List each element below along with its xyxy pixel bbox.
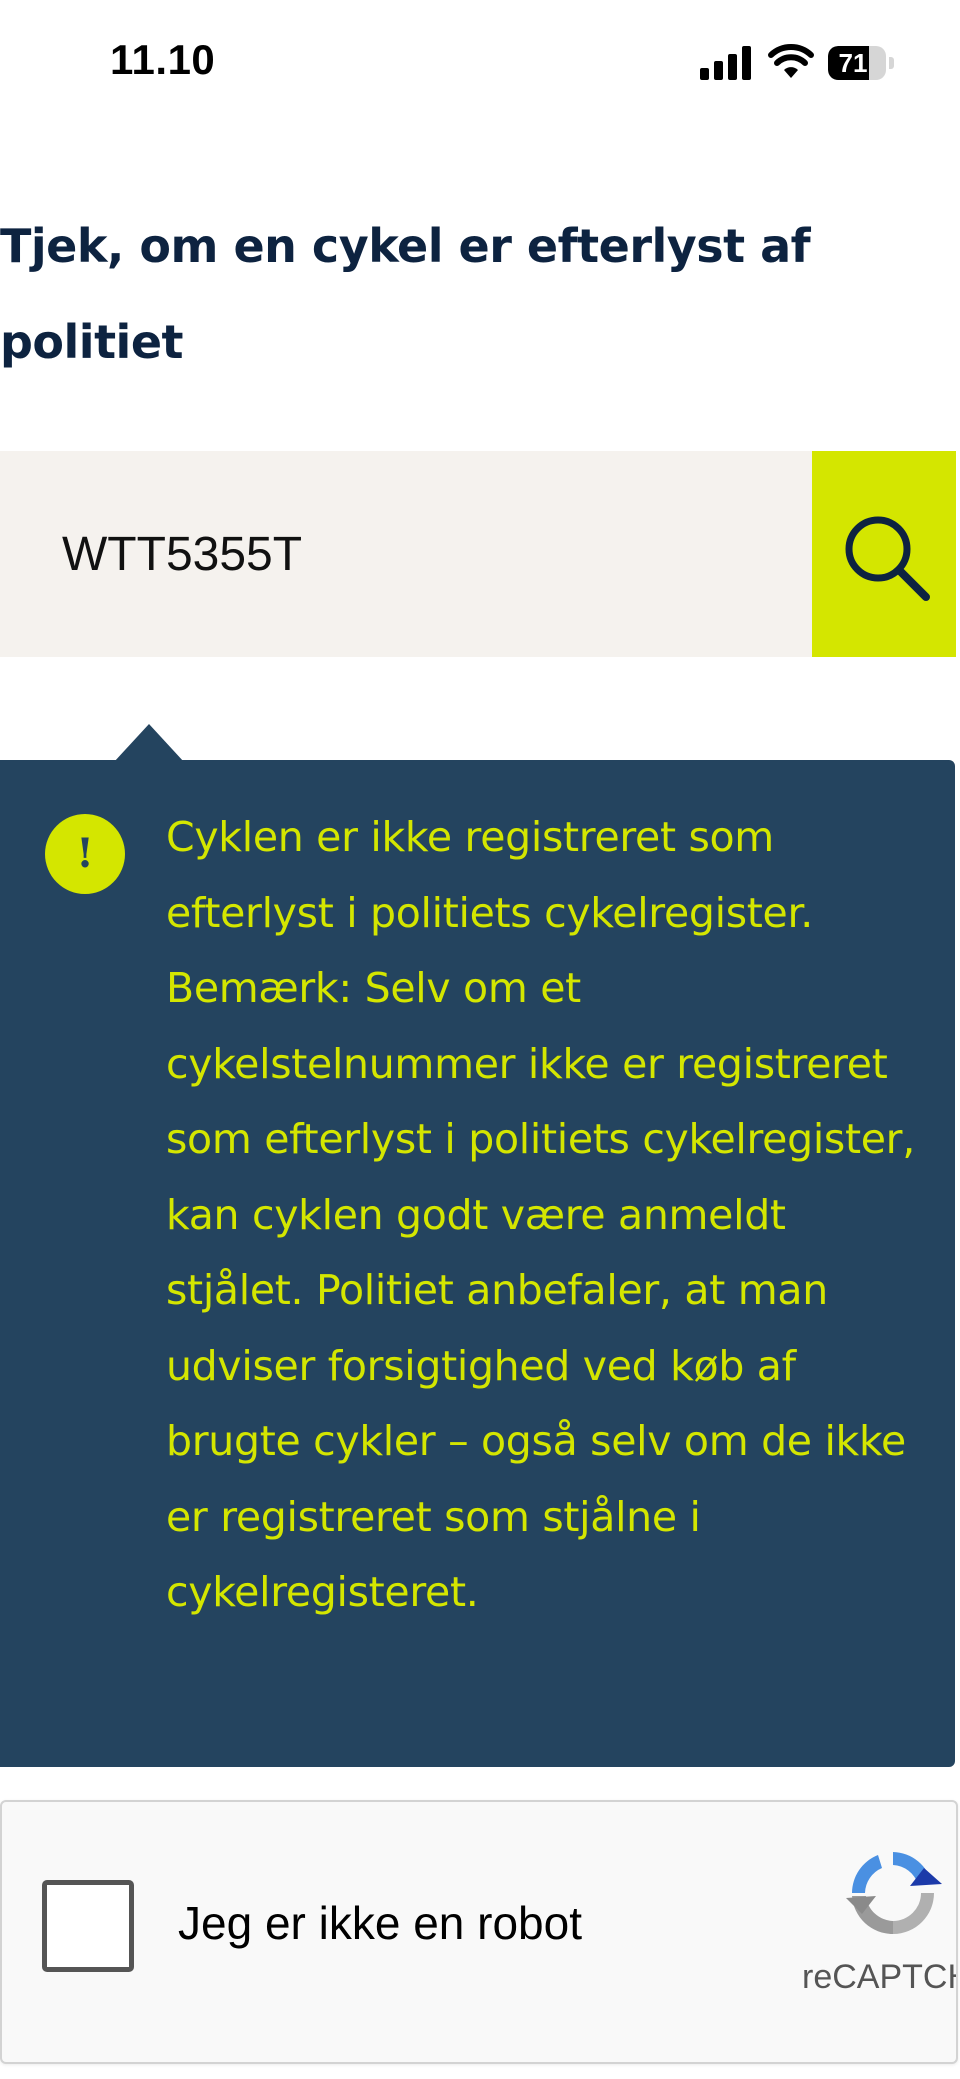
search-result-message-box: ! Cyklen er ikke registreret som efterly… — [0, 760, 955, 1767]
recaptcha-label: Jeg er ikke en robot — [178, 1897, 583, 1949]
search-button[interactable] — [812, 451, 956, 657]
search-result-message: Cyklen er ikke registreret som efterlyst… — [166, 813, 915, 1616]
status-bar: 11.10 71 — [0, 0, 960, 130]
recaptcha-logo-icon — [846, 1852, 942, 1935]
page-title: Tjek, om en cykel er efterlyst af politi… — [0, 219, 811, 369]
status-time: 11.10 — [110, 36, 216, 83]
battery-icon: 71 — [828, 46, 894, 80]
cellular-signal-icon — [700, 46, 751, 80]
recaptcha-brand: reCAPTCHA — [802, 1958, 956, 1996]
frame-number-search-input[interactable] — [0, 451, 812, 657]
wifi-icon — [768, 44, 814, 78]
recaptcha-widget: Jeg er ikke en robot reCAPTCHA — [0, 1800, 958, 2064]
exclamation-icon: ! — [45, 814, 125, 894]
battery-percent: 71 — [838, 48, 868, 78]
search-icon — [845, 516, 930, 601]
recaptcha-checkbox[interactable] — [42, 1880, 134, 1972]
result-pointer — [114, 724, 184, 762]
